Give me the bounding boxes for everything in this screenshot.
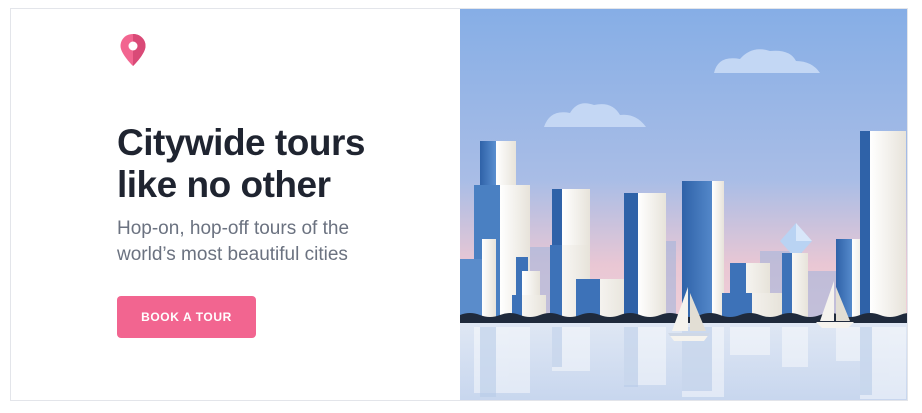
city-skyline-illustration xyxy=(460,9,907,400)
headline-line-2: like no other xyxy=(117,164,331,205)
hero-banner: Citywide tours like no other Hop-on, hop… xyxy=(10,8,908,401)
headline-line-1: Citywide tours xyxy=(117,122,365,163)
book-a-tour-button[interactable]: BOOK A TOUR xyxy=(117,296,256,338)
skyline-image xyxy=(460,9,907,400)
subtitle: Hop-on, hop-off tours of the world’s mos… xyxy=(117,216,349,268)
hero-text-panel: Citywide tours like no other Hop-on, hop… xyxy=(11,9,461,400)
headline: Citywide tours like no other xyxy=(117,122,365,206)
subtitle-line-1: Hop-on, hop-off tours of the xyxy=(117,218,350,239)
subtitle-line-2: world’s most beautiful cities xyxy=(117,244,348,265)
map-pin-icon xyxy=(120,34,146,66)
